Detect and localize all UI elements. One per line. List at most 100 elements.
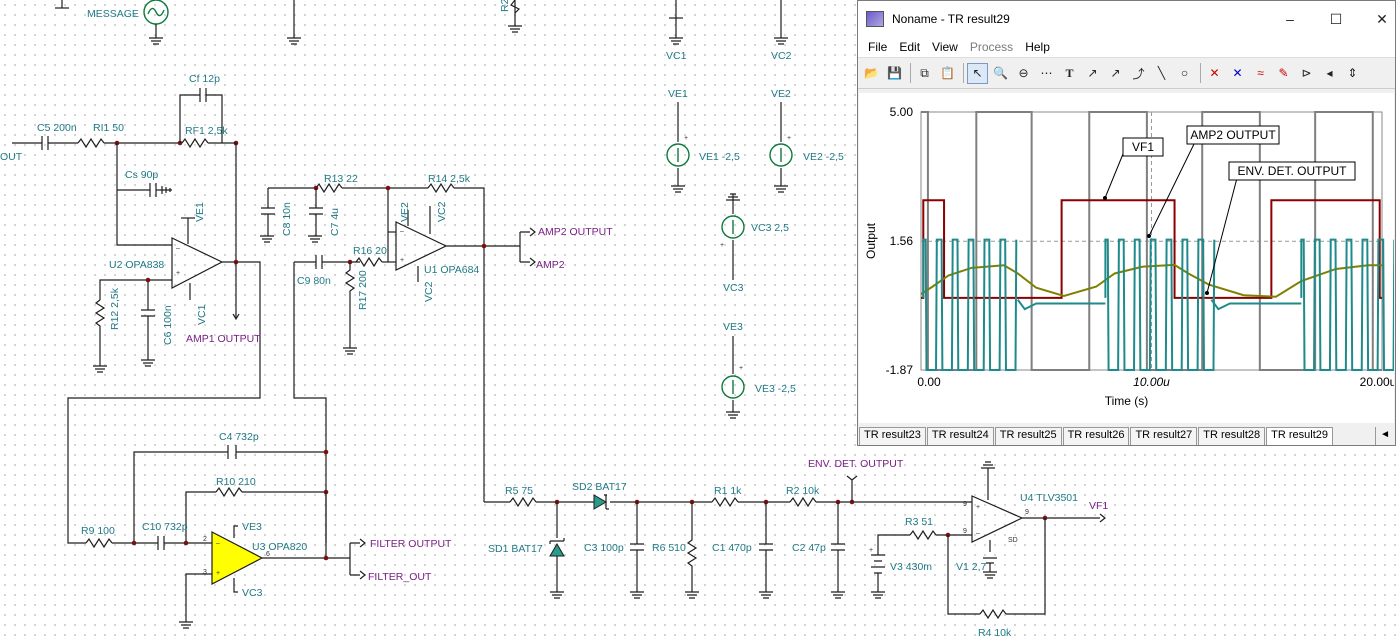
grid-icon[interactable]: ⋯ [1036,63,1057,84]
ve2-label: VE2 [771,88,791,100]
c2-label: C2 47p [792,542,826,554]
tab-tr-result29[interactable]: TR result29 [1266,427,1334,445]
r3-resistor[interactable] [909,529,937,541]
ve3-source-label: VE3 -2,5 [755,383,796,395]
maximize-button[interactable]: ☐ [1313,1,1359,37]
c3-label: C3 100p [584,542,624,554]
r2-label: R2 10k [786,485,820,497]
open-icon[interactable]: 📂 [861,63,882,84]
tab-tr-result23[interactable]: TR result23 [859,427,926,445]
c9-label: C9 80n [297,275,331,287]
rf1-resistor[interactable] [181,137,209,149]
pointer-icon[interactable]: ↖ [967,62,988,84]
supply-vc1[interactable] [669,0,683,45]
c1-capacitor[interactable] [759,543,773,551]
annotation-label: AMP2 OUTPUT [1190,128,1276,142]
sd2-diode[interactable] [593,494,607,510]
label2-icon[interactable]: ↗ [1105,63,1126,84]
r2-resistor[interactable] [789,496,817,508]
plot-area[interactable]: 5.00 1.56 -1.87 0.00 10.00u 20.00u Time (s) Out… [859,93,1396,423]
v1-label: V1 2,7 [956,561,987,573]
r6-resistor[interactable] [686,502,698,592]
menu-help[interactable]: Help [1025,40,1050,54]
circle-icon[interactable]: ○ [1174,63,1195,84]
annotation-arrowhead [1205,291,1209,295]
c10-label: C10 732p [142,521,188,533]
r4-resistor[interactable] [979,608,1007,620]
r9-resistor[interactable] [85,537,113,549]
series-amp2-gap [1210,299,1302,311]
r13-resistor[interactable] [315,182,343,194]
u4-label: U4 TLV3501 [1020,492,1078,504]
vf1-port-label: VF1 [1089,500,1108,512]
c6-capacitor[interactable] [141,309,155,317]
c1-label: C1 470p [712,542,752,554]
tab-tr-result27[interactable]: TR result27 [1130,427,1198,445]
save-icon[interactable]: 💾 [884,63,905,84]
r16-label: R16 20 [353,245,387,257]
ve1-label: VE1 [668,88,688,100]
c2-capacitor[interactable] [831,543,845,551]
supply-vc2[interactable] [774,0,788,45]
r9-label: R9 100 [81,525,115,537]
zoom-in-icon[interactable]: 🔍 [990,63,1011,84]
scroll-left-icon[interactable]: ◂ [1319,63,1340,84]
ri1-resistor[interactable] [77,137,105,149]
c10-capacitor[interactable] [157,536,165,550]
u1-vc2-bottom-label: VC2 [423,281,435,302]
c5-capacitor[interactable] [41,136,49,150]
marker-icon[interactable]: ✎ [1273,63,1294,84]
paste-icon[interactable]: 📋 [937,63,958,84]
tab-scroll-left-button[interactable]: ◄ [1375,427,1394,445]
title-bar[interactable]: Noname - TR result29 – ☐ ✕ [858,1,1395,37]
line-icon[interactable]: ╲ [1151,63,1172,84]
close-button[interactable]: ✕ [1359,1,1396,37]
out-port-label: OUT [0,151,23,163]
tab-tr-result25[interactable]: TR result25 [994,427,1062,445]
transient-plot[interactable]: 5.00 1.56 -1.870.00 10.00u 20.00u Time (s) Out… [859,93,1396,423]
r1-resistor[interactable] [711,496,739,508]
r10-resistor[interactable] [215,486,243,498]
tab-tr-result24[interactable]: TR result24 [926,427,994,445]
menu-view[interactable]: View [932,40,958,54]
tab-tr-result28[interactable]: TR result28 [1198,427,1266,445]
zoom-100-icon[interactable]: ⊖ [1013,63,1034,84]
spin-icon[interactable]: ⇕ [1342,63,1363,84]
tab-tr-result26[interactable]: TR result26 [1062,427,1130,445]
c4-capacitor[interactable] [227,445,237,459]
ve3-label: VE3 [723,321,743,333]
sd1-diode[interactable] [549,543,565,557]
u4-sd-pin: SD [1008,537,1018,544]
flag-icon[interactable]: ⊳ [1296,63,1317,84]
r14-resistor[interactable] [427,182,455,194]
label-icon[interactable]: ↗ [1082,63,1103,84]
copy-icon[interactable]: ⧉ [914,63,935,84]
vc1-label: VC1 [666,50,687,62]
arrow-curve-icon[interactable]: ⤴ [1128,63,1149,84]
r12-resistor[interactable] [94,299,106,366]
menu-file[interactable]: File [868,40,887,54]
env-det-output-label: ENV. DET. OUTPUT [808,458,904,470]
r17-resistor[interactable] [344,262,356,348]
c3-capacitor[interactable] [630,543,644,551]
svg-text:+: + [976,504,980,511]
menu-edit[interactable]: Edit [899,40,920,54]
c9-capacitor[interactable] [315,255,323,269]
cf-label: Cf 12p [189,73,220,85]
u3-vc3-label: VC3 [242,587,263,599]
y-tick-label: 1.56 [890,234,914,248]
tr-result-window[interactable]: Noname - TR result29 – ☐ ✕ File Edit Vie… [857,0,1396,446]
vc3-source-label: VC3 2,5 [751,222,789,234]
r5-resistor[interactable] [509,496,537,508]
cursor-a-icon[interactable]: ✕ [1204,63,1225,84]
v3-label: V3 430m [890,561,932,573]
text-icon[interactable]: T [1059,63,1080,84]
wave-icon[interactable]: ≈ [1250,63,1271,84]
svg-text:–: – [400,228,404,235]
cf-capacitor[interactable] [199,88,207,102]
c6-label: C6 100n [162,305,174,345]
cursor-b-icon[interactable]: ✕ [1227,63,1248,84]
minimize-button[interactable]: – [1267,1,1313,37]
u4-pin9a: 9 [963,501,967,508]
menu-process[interactable]: Process [970,40,1013,54]
